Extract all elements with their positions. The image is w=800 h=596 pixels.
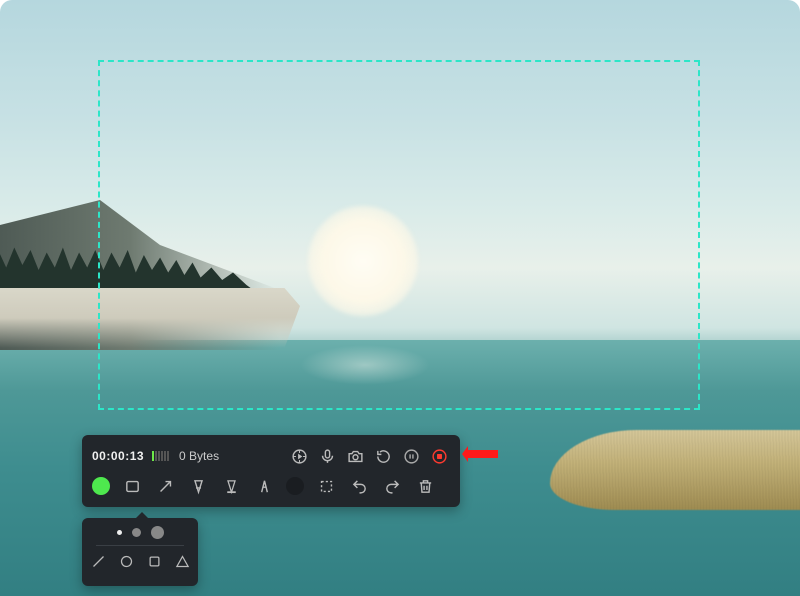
step-tool-icon[interactable]: [253, 475, 275, 497]
recording-timer: 00:00:13: [92, 449, 144, 463]
refresh-icon[interactable]: [372, 445, 394, 467]
crop-tool-icon[interactable]: [315, 475, 337, 497]
recording-filesize: 0 Bytes: [179, 449, 219, 463]
square-shape-icon[interactable]: [145, 552, 163, 570]
camera-icon[interactable]: [344, 445, 366, 467]
shape-options-panel: [82, 518, 198, 586]
text-tool-icon[interactable]: [187, 475, 209, 497]
stroke-size-medium[interactable]: [132, 528, 141, 537]
trash-icon[interactable]: [414, 475, 436, 497]
circle-shape-icon[interactable]: [117, 552, 135, 570]
triangle-shape-icon[interactable]: [173, 552, 191, 570]
marker-tool-icon[interactable]: [220, 475, 242, 497]
audio-level-meter: [152, 451, 169, 461]
line-shape-icon[interactable]: [89, 552, 107, 570]
rectangle-tool-icon[interactable]: [121, 475, 143, 497]
arrow-tool-icon[interactable]: [154, 475, 176, 497]
recording-toolbar: 00:00:13 0 Bytes: [82, 435, 460, 507]
pause-button[interactable]: [400, 445, 422, 467]
stroke-size-small[interactable]: [117, 530, 122, 535]
capture-region[interactable]: [98, 60, 700, 410]
microphone-icon[interactable]: [316, 445, 338, 467]
color-picker[interactable]: [92, 477, 110, 495]
redo-icon[interactable]: [381, 475, 403, 497]
stroke-size-selector: [96, 526, 184, 546]
blur-tool-icon[interactable]: [286, 477, 304, 495]
stroke-size-large[interactable]: [151, 526, 164, 539]
undo-icon[interactable]: [348, 475, 370, 497]
stop-button[interactable]: [428, 445, 450, 467]
callout-arrow-icon: [462, 446, 498, 462]
cursor-icon[interactable]: [288, 445, 310, 467]
grass: [550, 430, 800, 510]
